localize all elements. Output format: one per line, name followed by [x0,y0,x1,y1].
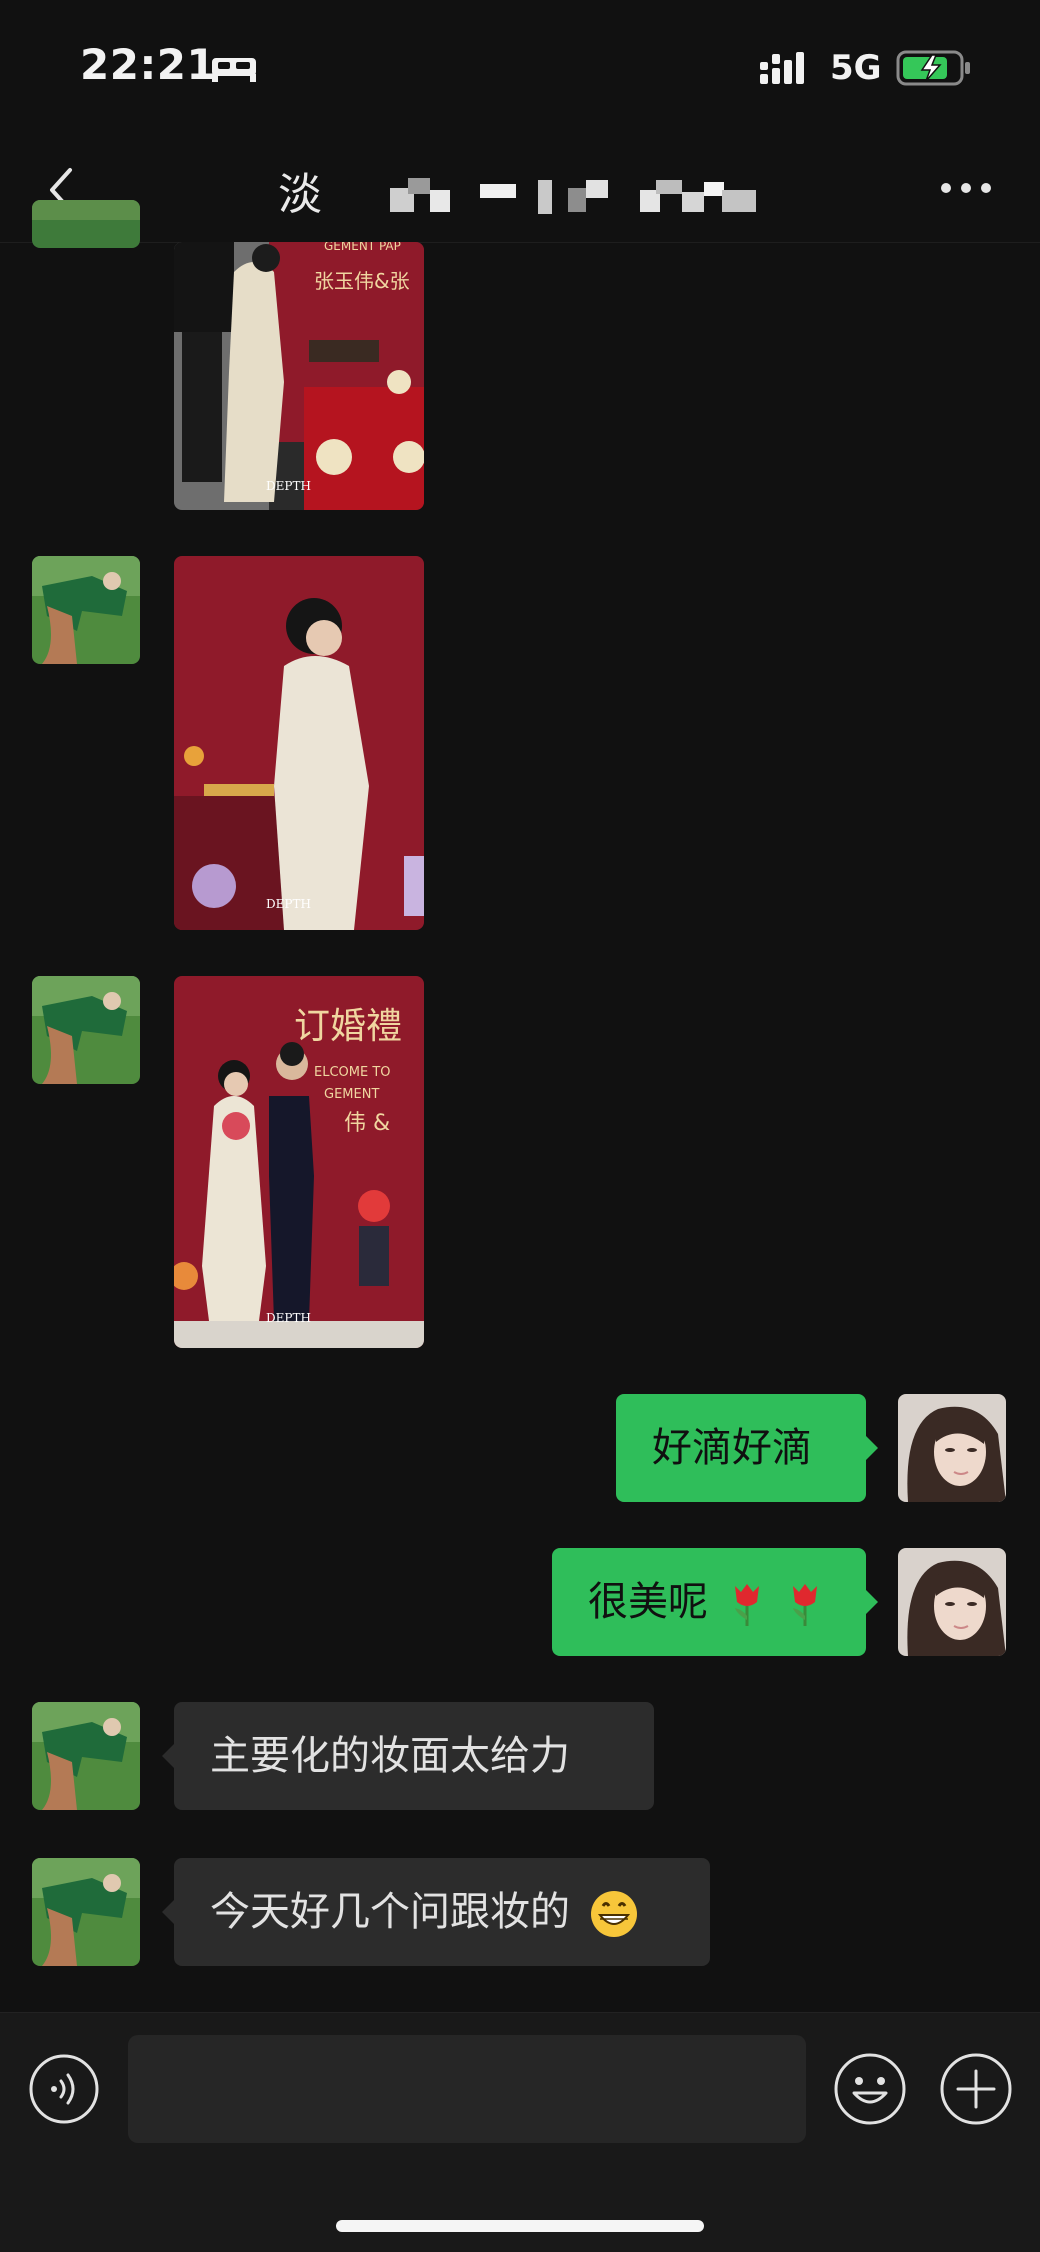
message-text: 好滴好滴 [652,1425,812,1471]
tulip-icon [734,1584,759,1626]
status-bar: 22:21 5G [0,0,1040,140]
message-text: 今天好几个问跟妆的 [210,1889,570,1935]
network-label: 5G [830,48,882,88]
photo-caption: DEPTH [266,897,311,911]
photo-sign-text: GEMENT [324,1087,379,1102]
message-bubble-outgoing[interactable]: 很美呢 [552,1548,878,1656]
tulip-icon [793,1584,818,1626]
plus-circle-icon[interactable] [938,2051,1014,2127]
photo-sign-text: 订婚禮 [294,1006,402,1047]
input-bar [0,2012,1040,2252]
message-input[interactable] [128,2035,806,2143]
photo-caption: DEPTH [266,1311,311,1325]
battery-charging-icon [896,50,970,86]
photo-message[interactable]: 订婚禮 ELCOME TO GEMENT 伟 & DEPTH [174,976,424,1348]
chat-title: 淡 [278,169,322,220]
photo-sign-names: 张玉伟&张 [314,269,410,293]
smiley-icon[interactable] [832,2051,908,2127]
voice-icon[interactable] [28,2053,100,2125]
status-time: 22:21 [80,40,217,89]
nav-bar: 淡 [0,140,1040,243]
my-avatar[interactable] [898,1394,1006,1502]
home-indicator [336,2220,704,2232]
avatar[interactable] [32,200,140,248]
photo-message[interactable]: DEPTH [174,556,424,930]
message-text: 主要化的妆面太给力 [210,1733,570,1779]
photo-sign-text: ELCOME TO [314,1065,391,1080]
avatar[interactable] [32,556,140,664]
bed-icon [212,58,256,82]
photo-sign-text: GEMENT PAP [324,242,401,253]
more-dots-icon[interactable] [936,168,996,208]
photo-sign-text: 伟 & [344,1111,390,1136]
my-avatar[interactable] [898,1548,1006,1656]
message-text: 很美呢 [588,1579,708,1625]
photo-message[interactable]: DEPTH GEMENT PAP 张玉伟&张 [174,242,424,510]
message-bubble-outgoing[interactable]: 好滴好滴 [616,1394,878,1502]
title-mosaic-redaction [390,178,756,214]
message-bubble-incoming[interactable]: 主要化的妆面太给力 [162,1702,654,1810]
avatar[interactable] [32,1858,140,1966]
message-bubble-incoming[interactable]: 今天好几个问跟妆的 [162,1858,710,1966]
grin-icon [590,1891,637,1937]
avatar[interactable] [32,976,140,1084]
signal-icon [760,52,804,84]
avatar[interactable] [32,1702,140,1810]
photo-caption: DEPTH [266,479,311,493]
